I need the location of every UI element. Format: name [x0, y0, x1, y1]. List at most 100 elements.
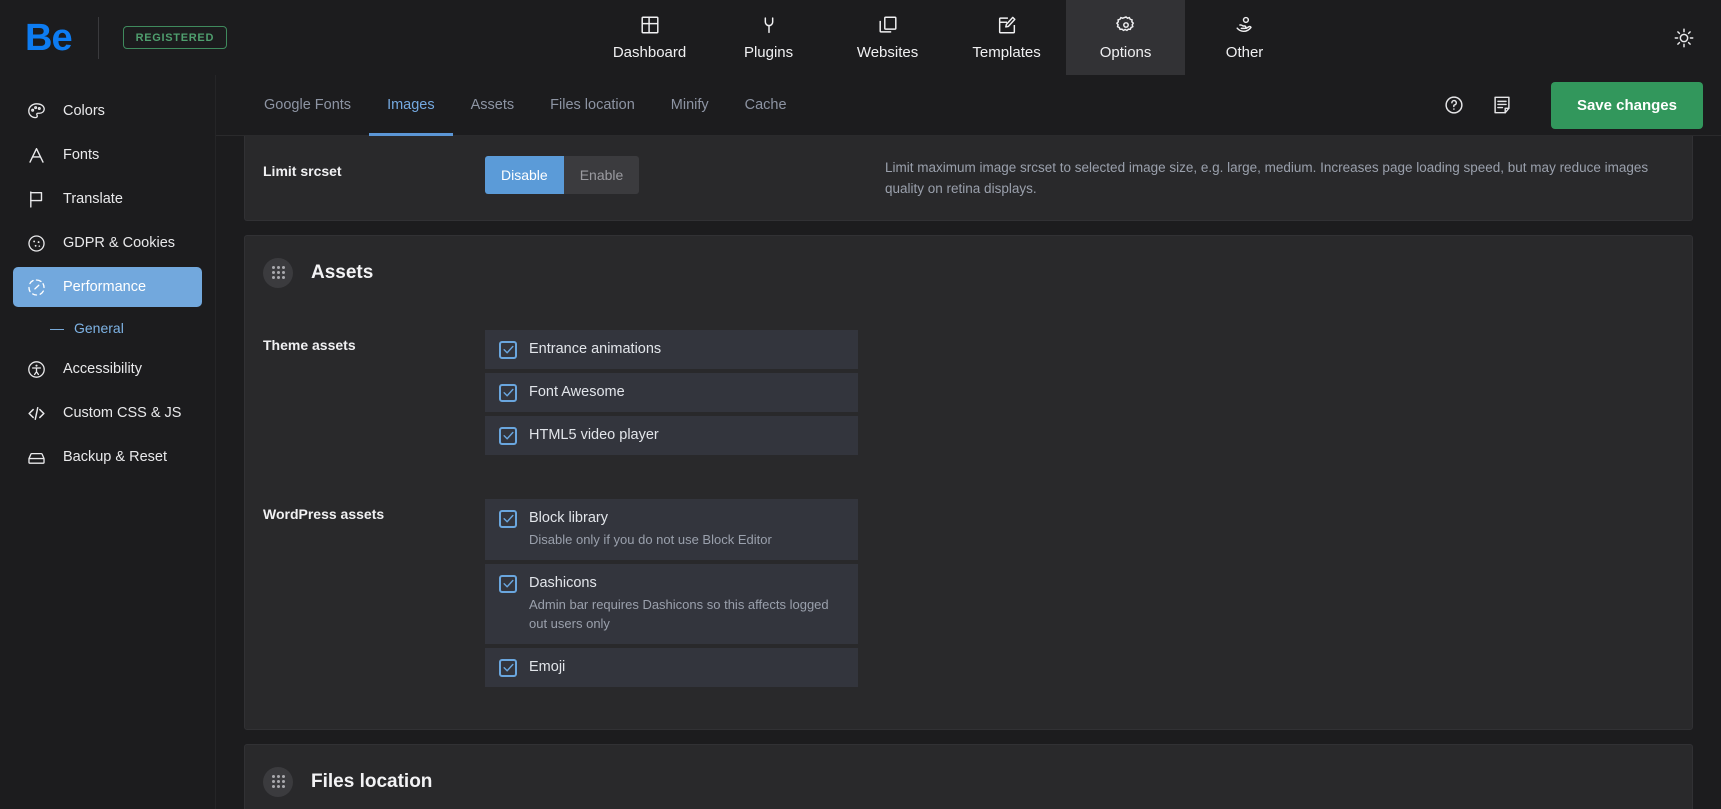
limit-srcset-row: Limit srcset Disable Enable Limit maximu…	[245, 136, 1692, 220]
accessibility-icon	[25, 358, 47, 380]
sub-nav-tabs: Google Fonts Images Assets Files locatio…	[216, 75, 805, 136]
wordpress-assets-description	[885, 499, 1692, 501]
topnav-label: Websites	[856, 44, 919, 61]
sidebar-item-translate[interactable]: Translate	[13, 179, 202, 219]
sidebar-item-performance[interactable]: Performance	[13, 267, 202, 307]
tab-images[interactable]: Images	[369, 76, 453, 136]
checkbox-row-emoji[interactable]: Emoji	[485, 647, 858, 687]
checkbox-row-html5-video-player[interactable]: HTML5 video player	[485, 415, 858, 455]
theme-assets-row: Theme assets Entrance animations Font Aw…	[245, 310, 1692, 479]
grid-icon	[639, 14, 661, 36]
drag-dots-icon[interactable]	[263, 766, 293, 797]
dash-marker: —	[50, 320, 64, 336]
sidebar-item-label: Custom CSS & JS	[63, 405, 182, 421]
topnav-label: Options	[1099, 44, 1152, 61]
assets-panel: Assets Theme assets Entrance animations …	[244, 234, 1693, 730]
settings-content: Limit srcset Disable Enable Limit maximu…	[216, 136, 1721, 809]
document-notes-icon[interactable]	[1487, 90, 1517, 120]
checkbox-texts: Emoji	[529, 658, 565, 676]
question-circle-icon[interactable]	[1439, 90, 1469, 120]
cookie-icon	[25, 232, 47, 254]
checkbox-row-block-library[interactable]: Block library Disable only if you do not…	[485, 498, 858, 560]
limit-srcset-control: Disable Enable	[485, 156, 885, 194]
brand-divider	[97, 16, 99, 59]
checkbox-row-entrance-animations[interactable]: Entrance animations	[485, 329, 858, 369]
check-icon[interactable]	[499, 340, 517, 359]
top-bar: Be REGISTERED Dashboard Plugins Websites…	[0, 0, 1721, 75]
sidebar-item-colors[interactable]: Colors	[13, 91, 202, 131]
images-panel: Limit srcset Disable Enable Limit maximu…	[244, 136, 1693, 221]
tab-assets[interactable]: Assets	[453, 76, 533, 136]
sidebar-item-accessibility[interactable]: Accessibility	[13, 349, 202, 389]
check-icon[interactable]	[499, 426, 517, 445]
topnav-label: Other	[1225, 44, 1264, 61]
toggle-option-enable[interactable]: Enable	[563, 156, 640, 194]
assets-section-body: Theme assets Entrance animations Font Aw…	[245, 310, 1692, 729]
limit-srcset-description: Limit maximum image srcset to selected i…	[885, 160, 1649, 196]
gear-icon	[1115, 14, 1137, 36]
check-icon[interactable]	[499, 658, 517, 677]
sidebar-item-fonts[interactable]: Fonts	[13, 135, 202, 175]
code-icon	[25, 402, 47, 424]
limit-srcset-label: Limit srcset	[263, 163, 342, 179]
sidebar-item-label: Translate	[63, 191, 123, 207]
save-changes-button[interactable]: Save changes	[1550, 81, 1703, 129]
checkbox-texts: Dashicons Admin bar requires Dashicons s…	[529, 574, 844, 634]
toggle-option-disable[interactable]: Disable	[485, 156, 564, 194]
check-icon[interactable]	[499, 509, 517, 528]
copy-icon	[877, 14, 899, 36]
speedometer-icon	[25, 276, 47, 298]
checkbox-row-dashicons[interactable]: Dashicons Admin bar requires Dashicons s…	[485, 563, 858, 644]
sidebar-item-label: Colors	[63, 103, 105, 119]
wordpress-assets-list: Block library Disable only if you do not…	[485, 498, 858, 687]
dots-grid	[271, 775, 285, 789]
topnav-item-other[interactable]: Other	[1185, 0, 1304, 75]
theme-assets-description	[885, 330, 1692, 332]
theme-assets-control: Entrance animations Font Awesome HTML5 v…	[485, 329, 885, 459]
topnav-label: Plugins	[743, 44, 794, 61]
topnav-label: Dashboard	[612, 44, 687, 61]
theme-assets-list: Entrance animations Font Awesome HTML5 v…	[485, 329, 858, 455]
sidebar-item-label: Accessibility	[63, 361, 142, 377]
checkbox-sublabel: Disable only if you do not use Block Edi…	[529, 531, 772, 547]
sidebar-item-gdpr-cookies[interactable]: GDPR & Cookies	[13, 223, 202, 263]
topnav-item-websites[interactable]: Websites	[828, 0, 947, 75]
sidebar-item-custom-css-js[interactable]: Custom CSS & JS	[13, 393, 202, 433]
sun-icon[interactable]	[1667, 21, 1701, 55]
assets-section-title: Assets	[311, 261, 374, 283]
tab-files-location[interactable]: Files location	[532, 76, 653, 136]
topnav-item-options[interactable]: Options	[1066, 0, 1186, 75]
brand: Be REGISTERED	[0, 0, 228, 75]
check-icon[interactable]	[499, 383, 517, 402]
theme-assets-label: Theme assets	[263, 336, 356, 353]
tab-cache[interactable]: Cache	[727, 76, 805, 136]
checkbox-label: Block library	[529, 509, 608, 526]
wordpress-assets-label: WordPress assets	[263, 505, 385, 522]
topnav-item-plugins[interactable]: Plugins	[709, 0, 828, 75]
sidebar-subitem-general[interactable]: — General	[0, 311, 215, 345]
drag-dots-icon[interactable]	[263, 257, 293, 288]
files-location-panel: Files location	[244, 743, 1693, 809]
dots-grid	[271, 266, 285, 280]
check-icon[interactable]	[499, 574, 517, 593]
letter-a-icon	[25, 144, 47, 166]
checkbox-row-font-awesome[interactable]: Font Awesome	[485, 372, 858, 412]
sidebar-item-label: Performance	[63, 279, 147, 295]
checkbox-texts: Entrance animations	[529, 340, 661, 358]
flag-icon	[25, 188, 47, 210]
sidebar-item-label: Fonts	[63, 147, 100, 163]
plug-icon	[758, 14, 780, 36]
sub-navigation: Google Fonts Images Assets Files locatio…	[216, 75, 1721, 136]
files-location-section-header: Files location	[245, 745, 1692, 809]
tab-google-fonts[interactable]: Google Fonts	[246, 76, 369, 136]
checkbox-texts: Font Awesome	[529, 383, 625, 401]
checkbox-texts: HTML5 video player	[529, 426, 659, 444]
hand-person-icon	[1234, 14, 1256, 36]
sidebar-item-backup-reset[interactable]: Backup & Reset	[13, 437, 202, 477]
topnav-item-dashboard[interactable]: Dashboard	[590, 0, 709, 75]
tab-minify[interactable]: Minify	[653, 76, 727, 136]
edit-document-icon	[996, 14, 1018, 36]
topnav-item-templates[interactable]: Templates	[947, 0, 1066, 75]
checkbox-label: HTML5 video player	[529, 426, 659, 443]
app-logo: Be	[25, 16, 73, 59]
